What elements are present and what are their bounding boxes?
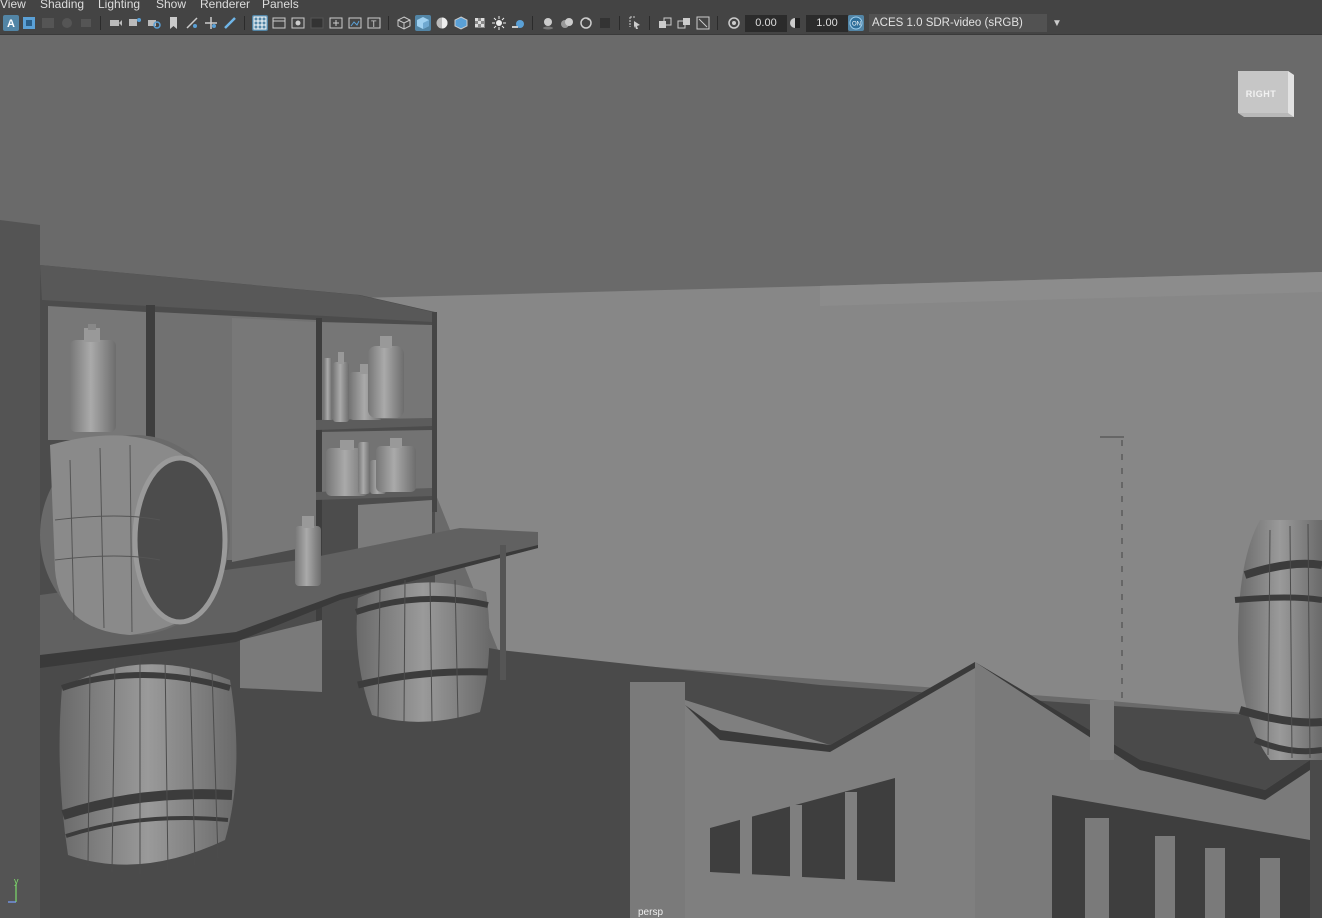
- pen-icon[interactable]: [222, 15, 238, 31]
- panel-toolbar: A T 0.00 1.00 ON ACES 1.0 SDR-video (sRG…: [0, 12, 1322, 35]
- safe-title-icon[interactable]: T: [366, 15, 382, 31]
- camera-name-label: persp: [638, 907, 664, 918]
- menu-view[interactable]: View: [0, 0, 26, 11]
- isolate-select-icon[interactable]: [597, 15, 613, 31]
- film-gate-icon[interactable]: [184, 15, 200, 31]
- 2d-pan-zoom-icon[interactable]: [127, 15, 143, 31]
- xray-joints-icon[interactable]: [676, 15, 692, 31]
- shadows-icon[interactable]: [491, 15, 507, 31]
- film-gate-toggle-icon[interactable]: [271, 15, 287, 31]
- screen-space-ao-icon[interactable]: [510, 15, 526, 31]
- safe-action-icon[interactable]: [347, 15, 363, 31]
- panel-menu-bar: View Shading Lighting Show Renderer Pane…: [0, 0, 1322, 12]
- bottle-large: [70, 324, 116, 432]
- viewcube-label: RIGHT: [1245, 89, 1277, 99]
- multisample-aa-icon[interactable]: [559, 15, 575, 31]
- barrel-bottom-left: [59, 655, 237, 874]
- bookmark-icon[interactable]: [40, 15, 56, 31]
- wireframe-icon[interactable]: [396, 15, 412, 31]
- exposure-field[interactable]: [745, 15, 787, 32]
- maya-viewport-panel: View Shading Lighting Show Renderer Pane…: [0, 0, 1322, 918]
- field-chart-icon[interactable]: [328, 15, 344, 31]
- axis-y-label: y: [14, 876, 19, 886]
- menu-shading[interactable]: Shading: [40, 0, 84, 11]
- menu-renderer[interactable]: Renderer: [200, 0, 250, 11]
- 3d-viewport[interactable]: RIGHT y persp: [0, 35, 1322, 918]
- resolution-gate-icon[interactable]: [203, 15, 219, 31]
- image-plane-icon[interactable]: [59, 15, 75, 31]
- svg-text:A: A: [7, 18, 15, 30]
- wireframe-on-shaded-icon[interactable]: [434, 15, 450, 31]
- svg-text:T: T: [371, 19, 377, 29]
- left-wall-edge: [0, 220, 40, 918]
- barrel-center: [355, 577, 490, 723]
- exposure-icon[interactable]: [726, 15, 742, 31]
- use-lights-icon[interactable]: [472, 15, 488, 31]
- menu-panels[interactable]: Panels: [262, 0, 299, 11]
- gamma-field[interactable]: [806, 15, 848, 32]
- menu-lighting[interactable]: Lighting: [98, 0, 140, 11]
- motion-blur-icon[interactable]: [540, 15, 556, 31]
- bottle-counter: [295, 516, 321, 586]
- camera-attributes-icon[interactable]: [21, 15, 37, 31]
- barrel-sideways: [40, 435, 230, 635]
- svg-text:ON: ON: [852, 22, 861, 28]
- scene-render: [0, 35, 1322, 918]
- camera-icon[interactable]: [108, 15, 124, 31]
- color-management-icon[interactable]: ON: [848, 15, 864, 31]
- resolution-gate-toggle-icon[interactable]: [290, 15, 306, 31]
- xray-active-components-icon[interactable]: [657, 15, 673, 31]
- grease-pencil-tool-icon[interactable]: [146, 15, 162, 31]
- depth-of-field-icon[interactable]: [578, 15, 594, 31]
- grease-pencil-icon[interactable]: [78, 15, 94, 31]
- bookmarks-icon[interactable]: [165, 15, 181, 31]
- colorspace-dropdown[interactable]: ACES 1.0 SDR-video (sRGB): [869, 14, 1067, 32]
- chevron-down-icon[interactable]: ▼: [1047, 14, 1067, 32]
- menu-show[interactable]: Show: [156, 0, 186, 11]
- resize-icon[interactable]: [695, 15, 711, 31]
- grid-icon[interactable]: [252, 15, 268, 31]
- xray-icon[interactable]: [627, 15, 643, 31]
- select-camera-icon[interactable]: A: [3, 15, 19, 31]
- gate-mask-icon[interactable]: [309, 15, 325, 31]
- gamma-icon[interactable]: [787, 15, 803, 31]
- smooth-shade-icon[interactable]: [415, 15, 431, 31]
- textured-icon[interactable]: [453, 15, 469, 31]
